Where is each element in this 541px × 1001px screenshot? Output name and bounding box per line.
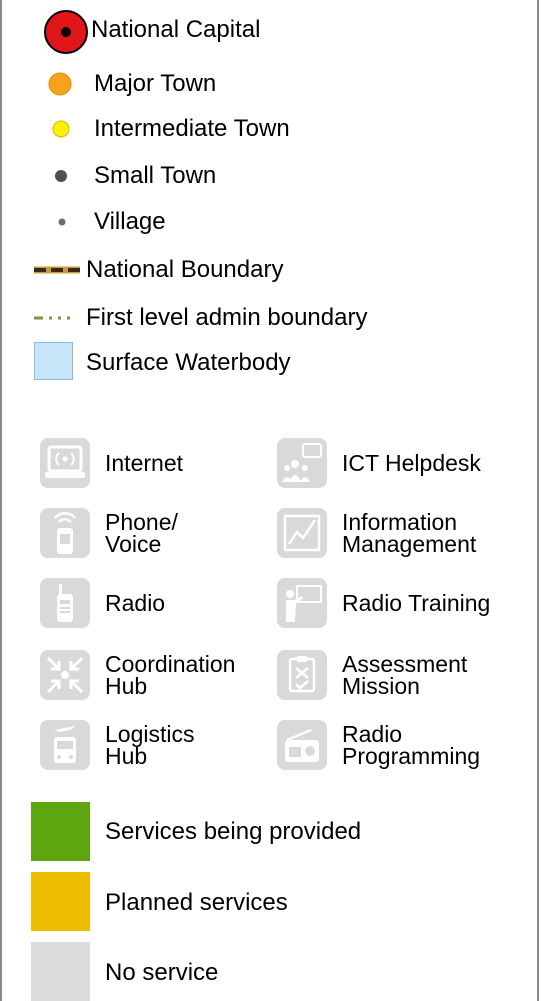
- status-label-provided: Services being provided: [105, 818, 362, 845]
- village-symbol: [58, 218, 66, 226]
- legend-label: Small Town: [94, 162, 217, 189]
- ict-helpdesk-icon: [277, 438, 327, 488]
- national-boundary-symbol: [34, 266, 80, 274]
- legend-label: National Boundary: [86, 256, 284, 283]
- admin-boundary-symbol: [34, 316, 70, 320]
- status-swatch-no-service: [31, 942, 90, 1001]
- legend-item-information-management: Information Management: [277, 508, 476, 558]
- information-management-icon: [277, 508, 327, 558]
- legend-item-logistics-hub: Logistics Hub: [40, 720, 194, 770]
- legend-label: Village: [94, 208, 166, 235]
- radio-training-icon: [277, 578, 327, 628]
- legend-item-small-town: Small Town: [94, 163, 216, 189]
- service-label: Assessment Mission: [342, 651, 468, 699]
- status-label-planned: Planned services: [105, 889, 288, 916]
- service-label: Information Management: [342, 509, 477, 557]
- legend-item-assessment-mission: Assessment Mission: [277, 650, 467, 700]
- legend-label: Major Town: [94, 70, 217, 97]
- legend-item-village: Village: [94, 209, 166, 235]
- legend-item-radio-training: Radio Training: [277, 578, 490, 628]
- intermediate-town-symbol: [52, 120, 70, 138]
- coordination-hub-icon: [40, 650, 90, 700]
- legend-item-national-boundary: National Boundary: [86, 257, 283, 283]
- service-label: ICT Helpdesk: [342, 450, 481, 476]
- internet-icon: [40, 438, 90, 488]
- legend-item-surface-waterbody: Surface Waterbody: [86, 350, 291, 376]
- logistics-hub-icon: [40, 720, 90, 770]
- national-capital-symbol: [44, 10, 88, 54]
- service-label: Radio Training: [342, 590, 491, 616]
- legend-label: Surface Waterbody: [86, 349, 291, 376]
- legend-item-ict-helpdesk: ICT Helpdesk: [277, 438, 481, 488]
- legend-label: Intermediate Town: [94, 115, 290, 142]
- assessment-mission-icon: [277, 650, 327, 700]
- legend-item-admin-boundary: First level admin boundary: [86, 305, 367, 331]
- legend-label: First level admin boundary: [86, 304, 368, 331]
- phone-voice-icon: [40, 508, 90, 558]
- service-label: Phone/ Voice: [105, 509, 178, 557]
- radio-icon: [40, 578, 90, 628]
- service-label: Coordination Hub: [105, 651, 236, 699]
- legend-item-phone-voice: Phone/ Voice: [40, 508, 178, 558]
- legend-item-internet: Internet: [40, 438, 183, 488]
- radio-programming-icon: [277, 720, 327, 770]
- service-label: Radio: [105, 590, 166, 616]
- status-swatch-planned: [31, 872, 90, 931]
- legend-item-radio: Radio: [40, 578, 165, 628]
- legend-item-radio-programming: Radio Programming: [277, 720, 480, 770]
- service-label: Logistics Hub: [105, 721, 195, 769]
- major-town-symbol: [48, 72, 72, 96]
- legend-item-national-capital: National Capital: [91, 17, 260, 43]
- surface-waterbody-swatch: [34, 342, 73, 380]
- service-label: Internet: [105, 450, 183, 476]
- legend-item-major-town: Major Town: [94, 71, 216, 97]
- small-town-symbol: [55, 170, 67, 182]
- legend-label: National Capital: [91, 16, 261, 43]
- status-swatch-provided: [31, 802, 90, 861]
- status-label-no-service: No service: [105, 959, 219, 986]
- legend-item-intermediate-town: Intermediate Town: [94, 116, 290, 142]
- legend-item-coordination-hub: Coordination Hub: [40, 650, 235, 700]
- service-label: Radio Programming: [342, 721, 481, 769]
